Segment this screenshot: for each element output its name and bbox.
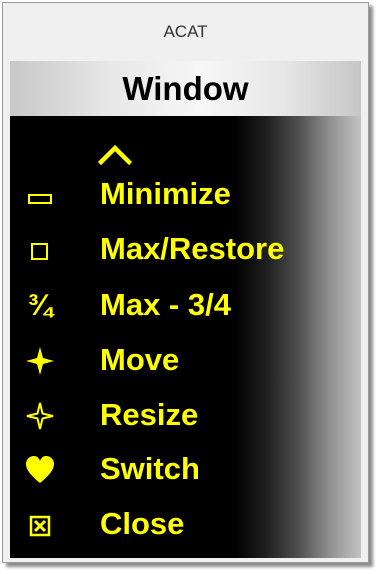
menu-item-label: Switch: [100, 451, 200, 486]
acat-window: ACAT Window Minimize Max/Restore ¾ Max -…: [2, 2, 369, 563]
menu-item-label: Move: [100, 342, 180, 377]
menu-item-label: Max - 3/4: [100, 287, 231, 322]
menu-item-label: Max/Restore: [100, 231, 285, 266]
maximize-icon: [25, 235, 55, 265]
window-title: ACAT: [163, 22, 208, 41]
menu-item-move[interactable]: Move: [10, 334, 361, 386]
minimize-icon: [25, 180, 55, 210]
menu-item-minimize[interactable]: Minimize: [10, 168, 361, 220]
menu-panel: Minimize Max/Restore ¾ Max - 3/4 Move Re…: [10, 116, 361, 558]
menu-item-switch[interactable]: Switch: [10, 443, 361, 495]
menu-item-max-three-quarters[interactable]: ¾ Max - 3/4: [10, 279, 361, 331]
close-box-icon: [25, 510, 55, 540]
menu-item-close[interactable]: Close: [10, 498, 361, 550]
menu-item-label: Resize: [100, 397, 199, 432]
menu-header: Window: [10, 61, 361, 116]
menu-item-max-restore[interactable]: Max/Restore: [10, 223, 361, 275]
menu-item-label: Close: [100, 506, 185, 541]
move-star-icon: [25, 346, 55, 376]
menu-item-resize[interactable]: Resize: [10, 389, 361, 441]
resize-star-icon: [25, 401, 55, 431]
heart-icon: [25, 455, 55, 485]
menu-item-label: Minimize: [100, 176, 231, 211]
three-quarters-icon: ¾: [27, 289, 53, 322]
